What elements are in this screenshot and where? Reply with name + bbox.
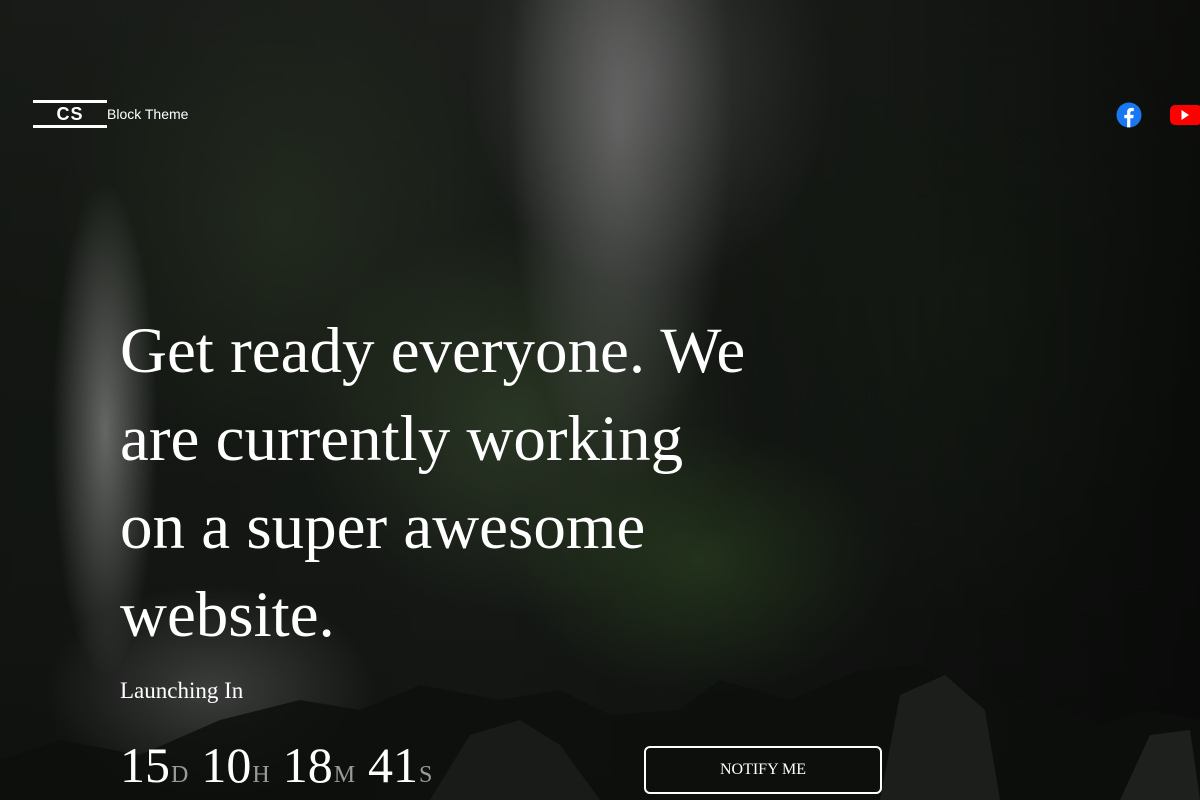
countdown-seconds: 41 S: [368, 737, 432, 793]
countdown-days: 15 D: [120, 737, 188, 793]
days-label: D: [171, 762, 189, 788]
seconds-label: S: [419, 762, 433, 788]
seconds-value: 41: [368, 737, 419, 793]
site-logo[interactable]: CS Block Theme: [33, 100, 188, 128]
logo-initials: CS: [56, 103, 84, 124]
hours-value: 10: [201, 737, 252, 793]
minutes-value: 18: [282, 737, 333, 793]
youtube-icon: [1170, 105, 1200, 125]
social-links: [1116, 102, 1200, 133]
hero-headline: Get ready everyone. We are currently wor…: [120, 315, 746, 651]
facebook-link[interactable]: [1116, 102, 1142, 133]
days-value: 15: [120, 737, 170, 793]
notify-me-button[interactable]: NOTIFY ME: [644, 746, 882, 794]
minutes-label: M: [333, 762, 356, 788]
countdown-minutes: 18 M: [283, 737, 355, 793]
hours-label: H: [252, 762, 270, 788]
facebook-icon: [1116, 102, 1142, 128]
site-name: Block Theme: [107, 106, 189, 122]
launching-in-label: Launching In: [120, 678, 244, 703]
countdown-hours: 10 H: [201, 737, 269, 793]
youtube-link[interactable]: [1170, 103, 1200, 132]
countdown-timer: 15 D 10 H 18 M 41 S: [120, 737, 445, 793]
logo-mark: CS: [33, 100, 107, 128]
coming-soon-page: CS Block Theme Get ready everyone. We ar…: [0, 0, 1200, 800]
